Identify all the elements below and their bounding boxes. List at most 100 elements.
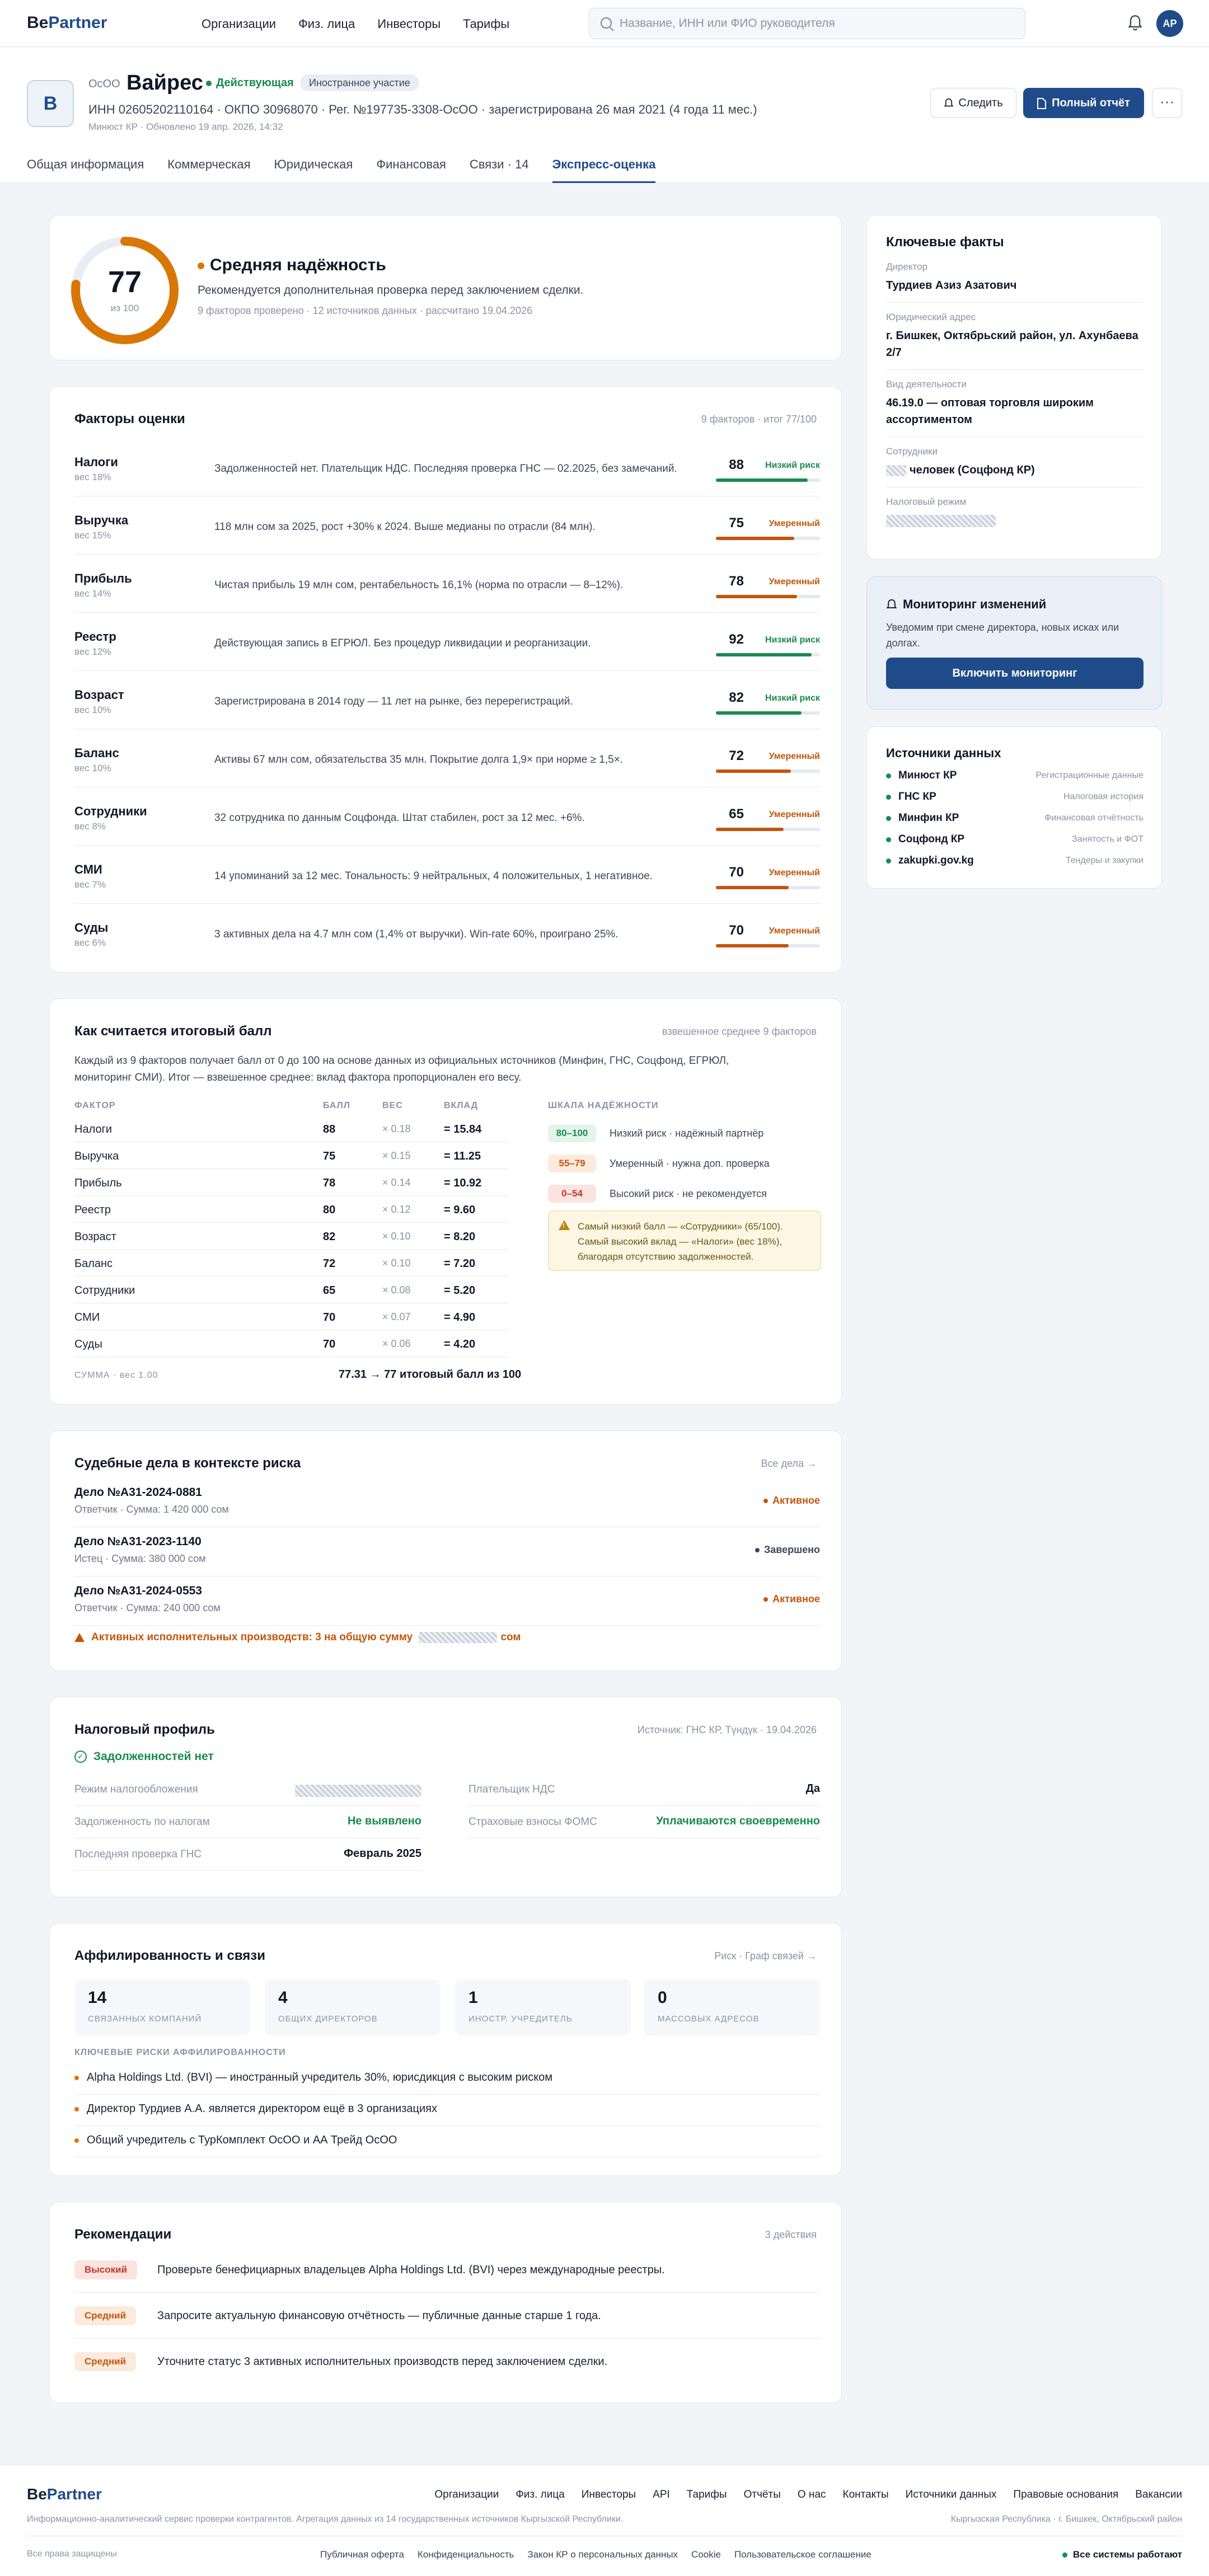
footer-legal-link[interactable]: Cookie xyxy=(691,2549,721,2560)
source-zakupki[interactable]: zakupki.gov.kg Тендеры и закупки xyxy=(886,851,1144,872)
tax-meta: Источник: ГНС КР, Түндүк · 19.04.2026 xyxy=(637,1724,817,1735)
nav-individuals[interactable]: Физ. лица xyxy=(298,17,355,31)
factor-name: Возраст xyxy=(74,688,124,702)
factor-description: 32 сотрудника по данным Соцфонда. Штат с… xyxy=(214,812,585,824)
footer-legal-link[interactable]: Конфиденциальность xyxy=(418,2549,514,2560)
factor-row: Реестр вес 12% Действующая запись в ЕГРЮЛ.… xyxy=(74,613,820,671)
data-sources-card: Источники данных Минюст КР Регистрационны… xyxy=(866,726,1162,889)
cell-weight: × 0.12 xyxy=(382,1204,411,1215)
list-item: Высокий Проверьте бенефициарных владельце… xyxy=(74,2247,820,2293)
search-input[interactable] xyxy=(620,14,1011,33)
nav-investors[interactable]: Инвесторы xyxy=(377,17,441,31)
more-button[interactable]: ··· xyxy=(1152,88,1182,118)
tab-commercial[interactable]: Коммерческая xyxy=(167,157,250,183)
nav-organizations[interactable]: Организации xyxy=(202,17,276,31)
case-status: Активное xyxy=(763,1593,820,1605)
factor-progress-bar xyxy=(716,828,820,831)
factor-name: СМИ xyxy=(74,862,102,876)
footer-link[interactable]: Физ. лица xyxy=(516,2489,564,2501)
user-avatar[interactable]: АР xyxy=(1156,10,1183,37)
factor-name: Реестр xyxy=(74,630,116,644)
cell-weight: × 0.07 xyxy=(382,1311,411,1322)
factor-progress-fill xyxy=(716,769,791,773)
affil-title: Аффилированность и связи xyxy=(74,1948,265,1963)
footer-legal-link[interactable]: Закон КР о персональных данных xyxy=(527,2549,678,2560)
factor-name: Сотрудники xyxy=(74,804,147,818)
table-row: Баланс 72 × 0.10 = 7.20 xyxy=(74,1250,508,1277)
source-gns[interactable]: ГНС КР Налоговая история xyxy=(886,787,1144,809)
cell-weight: × 0.06 xyxy=(382,1338,411,1349)
company-tabs: Общая информация Коммерческая Юридическа… xyxy=(27,157,679,183)
footer-logo[interactable]: BePartner xyxy=(27,2485,102,2503)
full-report-button[interactable]: Полный отчёт xyxy=(1023,88,1144,118)
monitor-description: Уведомим при смене директора, новых иска… xyxy=(886,622,1119,649)
top-bar: BePartner Организации Физ. лица Инвестор… xyxy=(0,0,1209,47)
footer-link[interactable]: Тарифы xyxy=(687,2489,727,2501)
company-name: Вайрес xyxy=(126,71,203,95)
footer-link[interactable]: API xyxy=(653,2489,670,2501)
cell-factor: Возраст xyxy=(74,1231,116,1243)
factor-description: 3 активных дела на 4.7 млн сом (1,4% от … xyxy=(214,928,618,940)
source-socfund[interactable]: Соцфонд КР Занятость и ФОТ xyxy=(886,830,1144,851)
factor-risk: Низкий риск xyxy=(765,461,820,470)
case-details: Ответчик · Сумма: 1 420 000 сом xyxy=(74,1504,229,1515)
tab-financial[interactable]: Финансовая xyxy=(376,157,446,183)
tab-express-assessment[interactable]: Экспресс-оценка xyxy=(552,157,656,183)
sum-label: СУММА · вес 1.00 xyxy=(74,1371,158,1380)
footer-link[interactable]: Организации xyxy=(434,2489,499,2501)
tax-insurance: Страховые взносы ФОМС Уплачиваются своевр… xyxy=(468,1806,820,1838)
footer-link[interactable]: Источники данных xyxy=(906,2489,997,2501)
all-cases-link[interactable]: Все дела → xyxy=(761,1458,817,1470)
table-row: Прибыль 78 × 0.14 = 10.92 xyxy=(74,1169,508,1196)
factors-title: Факторы оценки xyxy=(74,411,185,426)
cell-factor: Баланс xyxy=(74,1257,113,1270)
system-status: Все системы работают xyxy=(1062,2549,1182,2560)
score-meta: 9 факторов проверено · 12 источников дан… xyxy=(198,305,533,316)
tab-legal[interactable]: Юридическая xyxy=(274,157,353,183)
footer-link[interactable]: Контакты xyxy=(843,2489,889,2501)
score-label: Средняя надёжность xyxy=(198,256,386,275)
factor-name: Прибыль xyxy=(74,571,132,585)
main-nav: Организации Физ. лица Инвесторы Тарифы xyxy=(202,17,509,31)
bell-icon xyxy=(944,98,954,107)
redacted-amount xyxy=(419,1631,498,1643)
footer-links: Организации Физ. лица Инвесторы API Тарифы От… xyxy=(434,2489,1182,2501)
col-factor: ФАКТОР xyxy=(74,1101,116,1110)
follow-button[interactable]: Следить xyxy=(930,88,1016,118)
tab-connections[interactable]: Связи · 14 xyxy=(470,157,529,183)
footer-link[interactable]: Правовые основания xyxy=(1013,2489,1118,2501)
fact-activity: Вид деятельности 46.19.0 — оптовая торгов… xyxy=(886,379,1144,437)
footer-link[interactable]: Вакансии xyxy=(1135,2489,1182,2501)
connections-graph-link[interactable]: Риск · Граф связей → xyxy=(714,1950,817,1962)
cell-score: 70 xyxy=(323,1311,336,1324)
nav-pricing[interactable]: Тарифы xyxy=(463,17,509,31)
footer-link[interactable]: О нас xyxy=(798,2489,826,2501)
footer-link[interactable]: Инвесторы xyxy=(582,2489,636,2501)
court-case-row[interactable]: Дело №А31-2024-0553 Ответчик · Сумма: 240… xyxy=(74,1576,820,1626)
sum-value: 77.31 → 77 итоговый балл из 100 xyxy=(339,1368,522,1381)
source-minfin[interactable]: Минфин КР Финансовая отчётность xyxy=(886,809,1144,830)
table-row: Возраст 82 × 0.10 = 8.20 xyxy=(74,1223,508,1250)
stat-related-companies: 14 СВЯЗАННЫХ КОМПАНИЙ xyxy=(74,1979,250,2035)
court-case-row[interactable]: Дело №А31-2024-0881 Ответчик · Сумма: 1 4… xyxy=(74,1478,820,1527)
enable-monitoring-button[interactable]: Включить мониторинг xyxy=(886,658,1144,689)
cell-score: 72 xyxy=(323,1257,336,1270)
calc-description: Каждый из 9 факторов получает балл от 0 … xyxy=(74,1055,729,1083)
foreign-participation-tag: Иностранное участие xyxy=(300,74,419,91)
company-form: ОсОО xyxy=(88,78,120,90)
factor-progress-bar xyxy=(716,537,820,540)
factor-row: Налоги вес 18% Задолженностей нет. Платель… xyxy=(74,438,820,496)
bell-icon[interactable] xyxy=(1127,15,1143,31)
source-minjust[interactable]: Минюст КР Регистрационные данные xyxy=(886,766,1144,787)
factor-score: 92 xyxy=(729,632,744,647)
court-case-row[interactable]: Дело №А31-2023-1140 Истец · Сумма: 380 00… xyxy=(74,1527,820,1576)
table-row: Налоги 88 × 0.18 = 15.84 xyxy=(74,1115,508,1142)
footer-legal-link[interactable]: Пользовательское соглашение xyxy=(734,2549,871,2560)
footer-legal-link[interactable]: Публичная оферта xyxy=(320,2549,404,2560)
tax-last-audit: Последняя проверка ГНС Февраль 2025 xyxy=(74,1838,421,1871)
brand-logo[interactable]: BePartner xyxy=(27,13,107,32)
footer-link[interactable]: Отчёты xyxy=(744,2489,781,2501)
factor-progress-bar xyxy=(716,769,820,773)
tab-general[interactable]: Общая информация xyxy=(27,157,144,183)
cell-score: 88 xyxy=(323,1123,336,1135)
